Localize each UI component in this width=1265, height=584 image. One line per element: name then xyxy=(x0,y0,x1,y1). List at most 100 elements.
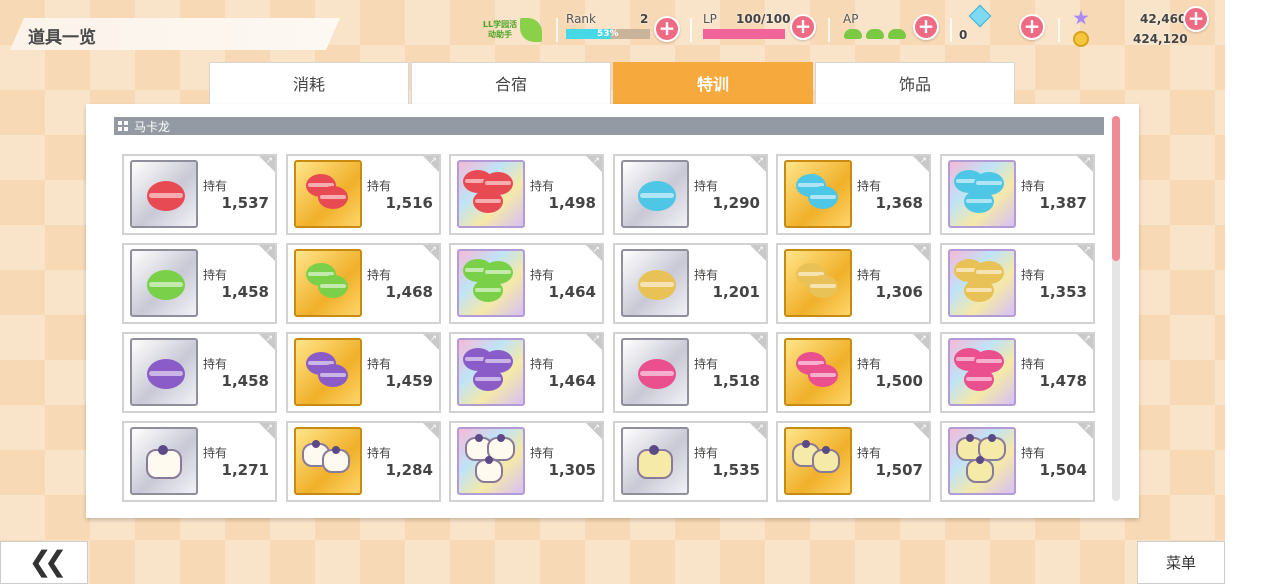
item-thumbnail xyxy=(784,160,852,228)
item-thumbnail xyxy=(784,338,852,406)
item-card[interactable]: ↗ 持有 1,284 xyxy=(286,421,441,502)
item-thumbnail xyxy=(784,427,852,495)
item-card[interactable]: ↗ 持有 1,468 xyxy=(286,243,441,324)
owned-label: 持有 xyxy=(857,357,882,371)
item-card[interactable]: ↗ 持有 1,368 xyxy=(776,154,931,235)
gem-count: 0 xyxy=(959,28,968,42)
owned-label: 持有 xyxy=(694,268,719,282)
expand-arrow-icon: ↗ xyxy=(265,423,273,433)
menu-button[interactable]: 菜单 xyxy=(1137,541,1225,584)
item-card[interactable]: ↗ 持有 1,201 xyxy=(613,243,768,324)
item-card[interactable]: ↗ 持有 1,306 xyxy=(776,243,931,324)
item-card[interactable]: ↗ 持有 1,537 xyxy=(122,154,277,235)
item-card[interactable]: ↗ 持有 1,498 xyxy=(449,154,604,235)
scrollbar-thumb[interactable] xyxy=(1112,116,1120,261)
sneaker-icon xyxy=(888,29,906,39)
owned-count: 1,500 xyxy=(875,372,923,390)
item-card[interactable]: ↗ 持有 1,458 xyxy=(122,332,277,413)
owned-label: 持有 xyxy=(367,179,392,193)
expand-arrow-icon: ↗ xyxy=(592,156,600,166)
owned-count: 1,478 xyxy=(1039,372,1087,390)
cake-icon xyxy=(146,445,182,479)
owned-count: 1,458 xyxy=(221,372,269,390)
grid-icon xyxy=(118,121,129,132)
owned-count: 1,504 xyxy=(1039,461,1087,479)
expand-arrow-icon: ↗ xyxy=(756,423,764,433)
diamond-icon xyxy=(968,4,992,28)
lp-value: 100/100 xyxy=(736,12,791,26)
event-badge[interactable]: LL学园活动助手 xyxy=(480,18,548,44)
item-card[interactable]: ↗ 持有 1,387 xyxy=(940,154,1095,235)
item-card[interactable]: ↗ 持有 1,458 xyxy=(122,243,277,324)
rank-plus-button[interactable]: + xyxy=(654,16,680,42)
ap-label: AP xyxy=(843,12,859,26)
tab-consumables[interactable]: 消耗 xyxy=(209,62,409,106)
header-divider xyxy=(1058,18,1060,42)
item-card[interactable]: ↗ 持有 1,478 xyxy=(940,332,1095,413)
item-thumbnail xyxy=(130,338,198,406)
item-thumbnail xyxy=(130,160,198,228)
tab-camp[interactable]: 合宿 xyxy=(411,62,611,106)
expand-arrow-icon: ↗ xyxy=(1083,245,1091,255)
macaron-icon xyxy=(473,279,503,302)
cake-icon xyxy=(966,456,994,483)
section-header: 马卡龙 xyxy=(114,117,1104,135)
expand-arrow-icon: ↗ xyxy=(756,156,764,166)
item-card[interactable]: ↗ 持有 1,464 xyxy=(449,332,604,413)
ap-plus-button[interactable]: + xyxy=(913,14,939,40)
owned-label: 持有 xyxy=(530,268,555,282)
owned-count: 1,468 xyxy=(385,283,433,301)
item-thumbnail xyxy=(621,338,689,406)
owned-label: 持有 xyxy=(857,179,882,193)
item-card[interactable]: ↗ 持有 1,518 xyxy=(613,332,768,413)
item-thumbnail xyxy=(621,427,689,495)
star-plus-button[interactable]: + xyxy=(1183,6,1209,32)
macaron-icon xyxy=(318,186,348,209)
macaron-icon xyxy=(473,190,503,213)
event-badge-text: LL学园活动助手 xyxy=(482,20,518,39)
page-title: 道具一览 xyxy=(28,28,96,48)
expand-arrow-icon: ↗ xyxy=(265,334,273,344)
expand-arrow-icon: ↗ xyxy=(919,245,927,255)
coin-count: 424,120 xyxy=(1133,32,1188,46)
page-title-ribbon: 道具一览 xyxy=(10,18,340,50)
owned-count: 1,306 xyxy=(875,283,923,301)
macaron-icon xyxy=(147,270,185,300)
cake-icon xyxy=(637,445,673,479)
section-title: 马卡龙 xyxy=(134,120,171,134)
item-card[interactable]: ↗ 持有 1,500 xyxy=(776,332,931,413)
lp-progress-fill xyxy=(703,29,785,39)
gem-plus-button[interactable]: + xyxy=(1019,14,1045,40)
item-card[interactable]: ↗ 持有 1,507 xyxy=(776,421,931,502)
expand-arrow-icon: ↗ xyxy=(592,334,600,344)
item-card[interactable]: ↗ 持有 1,290 xyxy=(613,154,768,235)
tab-training[interactable]: 特训 xyxy=(613,62,813,106)
item-card[interactable]: ↗ 持有 1,271 xyxy=(122,421,277,502)
header-divider xyxy=(556,18,558,42)
item-card[interactable]: ↗ 持有 1,535 xyxy=(613,421,768,502)
item-card[interactable]: ↗ 持有 1,305 xyxy=(449,421,604,502)
item-thumbnail xyxy=(457,160,525,228)
owned-label: 持有 xyxy=(694,357,719,371)
item-card[interactable]: ↗ 持有 1,459 xyxy=(286,332,441,413)
tab-accessories[interactable]: 饰品 xyxy=(815,62,1015,106)
item-card[interactable]: ↗ 持有 1,353 xyxy=(940,243,1095,324)
lp-plus-button[interactable]: + xyxy=(790,14,816,40)
rank-value: 2 xyxy=(640,12,649,26)
scrollbar[interactable] xyxy=(1112,116,1120,501)
star-count: 42,460 xyxy=(1140,12,1187,26)
back-button[interactable]: ❮❮ xyxy=(0,541,88,584)
item-card[interactable]: ↗ 持有 1,464 xyxy=(449,243,604,324)
macaron-icon xyxy=(318,364,348,387)
item-card[interactable]: ↗ 持有 1,516 xyxy=(286,154,441,235)
owned-label: 持有 xyxy=(203,446,228,460)
macaron-icon xyxy=(808,364,838,387)
owned-label: 持有 xyxy=(694,446,719,460)
owned-label: 持有 xyxy=(857,268,882,282)
item-thumbnail xyxy=(294,160,362,228)
macaron-icon xyxy=(964,368,994,391)
expand-arrow-icon: ↗ xyxy=(265,245,273,255)
owned-label: 持有 xyxy=(203,179,228,193)
item-card[interactable]: ↗ 持有 1,504 xyxy=(940,421,1095,502)
owned-count: 1,271 xyxy=(221,461,269,479)
